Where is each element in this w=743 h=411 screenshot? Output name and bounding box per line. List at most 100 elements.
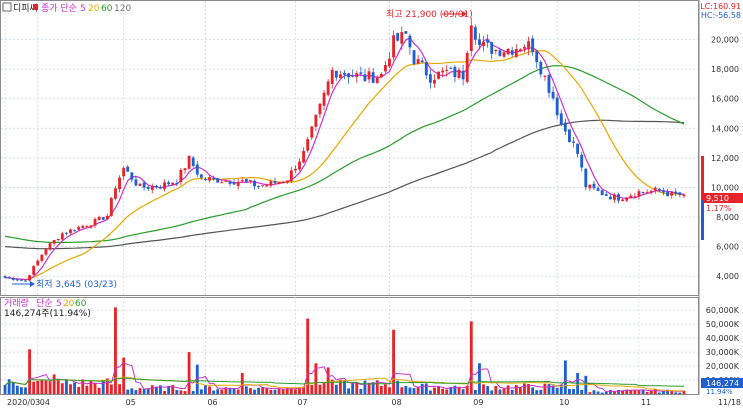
volume-bar-87 [359, 388, 363, 394]
volume-bar-124 [510, 389, 514, 394]
candle-body-79 [326, 81, 330, 95]
candle-body-101 [416, 59, 420, 64]
candle-body-127 [523, 46, 526, 49]
candle-body-99 [408, 35, 412, 48]
x-tick-label: 07 [297, 398, 307, 407]
candle-body-84 [347, 73, 351, 78]
volume-legend-title: 거래량 [4, 297, 29, 309]
candle-body-125 [514, 48, 518, 57]
candle-body-88 [363, 74, 367, 81]
candle-body-18 [77, 227, 81, 230]
volume-bar-51 [212, 390, 216, 394]
volume-bar-50 [208, 386, 211, 394]
volume-legend-value: 146,274주(11.94%) [4, 308, 91, 319]
candle-body-97 [400, 32, 404, 44]
candle-body-8 [36, 260, 40, 266]
volume-bar-146 [600, 392, 604, 394]
volume-bar-24 [101, 380, 105, 394]
volume-bar-57 [236, 389, 240, 394]
candle-body-63 [261, 185, 265, 187]
candle-body-54 [224, 180, 228, 182]
candle-body-111 [457, 69, 461, 78]
volume-bar-6 [28, 349, 32, 394]
volume-bar-81 [334, 384, 338, 394]
candle-body-102 [420, 60, 424, 63]
candle-body-69 [285, 180, 289, 183]
candle-body-138 [568, 129, 571, 143]
volume-bar-138 [568, 388, 571, 394]
price-tick-label: 4,000 [716, 272, 739, 281]
candle-body-31 [130, 172, 134, 180]
candle-body-98 [404, 31, 408, 34]
candle-body-143 [588, 184, 592, 189]
candle-body-40 [167, 182, 171, 185]
candle-body-65 [269, 181, 273, 186]
volume-bar-165 [678, 392, 682, 394]
volume-bar-157 [645, 391, 649, 394]
candle-body-150 [617, 194, 620, 201]
volume-bar-107 [441, 388, 445, 394]
candle-body-165 [678, 192, 682, 195]
candle-body-20 [85, 226, 89, 228]
volume-bar-95 [392, 329, 396, 394]
candle-body-119 [490, 42, 494, 54]
x-tick-label: 08 [391, 398, 401, 407]
volume-bar-22 [93, 382, 97, 394]
candle-body-39 [163, 182, 166, 189]
candle-body-4 [19, 279, 23, 281]
candle-body-67 [277, 182, 281, 184]
candle-body-135 [555, 97, 559, 116]
candle-body-109 [449, 67, 453, 69]
volume-bar-28 [118, 384, 121, 394]
candle-body-93 [383, 64, 387, 72]
candle-body-100 [412, 50, 416, 64]
current-price-text: 9,510 [706, 194, 729, 203]
price-tick-label: 10,000 [711, 183, 739, 192]
candle-body-136 [559, 113, 563, 125]
candle-body-12 [52, 240, 56, 244]
candle-body-5 [24, 280, 27, 282]
price-tick-label: 20,000 [711, 36, 739, 45]
volume-bar-99 [408, 387, 412, 394]
volume-bar-118 [486, 386, 490, 394]
candle-body-87 [359, 72, 363, 74]
volume-bar-131 [539, 389, 543, 394]
x-tick-label: 11 [641, 398, 651, 407]
candle-body-131 [539, 61, 543, 75]
candle-body-44 [183, 168, 187, 171]
volume-bar-11 [48, 381, 52, 394]
candle-body-139 [572, 141, 575, 143]
candle-body-160 [657, 188, 661, 191]
legend-ma20: 20 [88, 4, 100, 14]
hc-label: HC:-56.58 [701, 11, 741, 20]
candle-body-25 [105, 215, 109, 220]
volume-bar-84 [347, 388, 351, 394]
candle-body-163 [670, 192, 674, 196]
candle-body-142 [584, 168, 588, 188]
price-legend: 디피씨 종가 단순 5 20 60 120 [2, 2, 131, 14]
candle-body-148 [608, 196, 612, 200]
candle-body-64 [265, 184, 269, 187]
candle-body-76 [314, 115, 318, 127]
volume-tick-label: 50,000K [706, 320, 740, 329]
volume-bar-110 [453, 385, 457, 394]
candle-body-23 [97, 216, 101, 220]
volume-legend-ma20: 20 [63, 299, 75, 309]
candle-body-60 [249, 180, 252, 182]
candle-body-66 [273, 181, 277, 184]
volume-bar-122 [502, 388, 506, 394]
candle-body-17 [73, 230, 77, 232]
price-tick-label: 8,000 [716, 213, 739, 222]
candle-body-104 [428, 74, 432, 83]
volume-bar-133 [547, 384, 551, 394]
legend-checkbox-icon[interactable] [2, 2, 12, 12]
volume-bar-164 [674, 392, 678, 394]
legend-ma5: 5 [80, 4, 86, 14]
candle-body-35 [146, 186, 150, 189]
candle-body-82 [338, 74, 342, 78]
candle-body-6 [28, 275, 32, 281]
volume-tick-label: 60,000K [706, 306, 740, 315]
volume-bar-0 [3, 385, 7, 394]
volume-bar-60 [249, 388, 252, 394]
candle-body-71 [293, 168, 297, 171]
